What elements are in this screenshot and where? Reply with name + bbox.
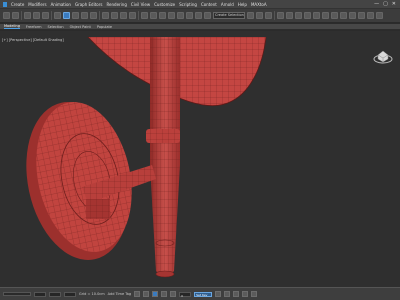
add-time-tag-button[interactable]: Add Time Tag (108, 292, 132, 296)
maxscript-listener[interactable] (3, 292, 31, 296)
redo-icon[interactable] (12, 12, 19, 19)
menu-maxtoa[interactable]: MAXtoA (250, 2, 268, 7)
menu-arnold[interactable]: Arnold (220, 2, 235, 7)
menu-help[interactable]: Help (237, 2, 248, 7)
ribbon-toggle-icon[interactable] (295, 12, 302, 19)
spinner-snap-icon[interactable] (204, 12, 211, 19)
stem-collar (146, 129, 180, 143)
arnold-render-icon[interactable] (376, 12, 383, 19)
select-object-icon[interactable] (63, 12, 70, 19)
y-coordinate-field[interactable] (49, 291, 61, 297)
rendered-frame-window-icon[interactable] (340, 12, 347, 19)
percent-snap-icon[interactable] (195, 12, 202, 19)
go-to-start-icon[interactable] (134, 291, 141, 297)
go-to-end-icon[interactable] (170, 291, 177, 297)
keyboard-shortcut-override-icon[interactable] (168, 12, 175, 19)
current-frame-value: 0 (181, 293, 184, 298)
link-icon[interactable] (24, 12, 31, 19)
close-icon[interactable]: ✕ (392, 1, 396, 7)
scene-explorer-icon[interactable] (277, 12, 284, 19)
menu-content[interactable]: Content (200, 2, 218, 7)
x-coordinate-field[interactable] (34, 291, 46, 297)
main-toolbar: Create Selection Set (0, 9, 400, 23)
viewcube-compass-icon[interactable] (372, 45, 394, 67)
status-bar: Grid = 10.0cm Add Time Tag 0 Set Key (0, 287, 400, 300)
reference-coordinate-icon[interactable] (141, 12, 148, 19)
menu-customize[interactable]: Customize (153, 2, 176, 7)
scene-render (26, 36, 267, 278)
window-crossing-icon[interactable] (90, 12, 97, 19)
selection-set-dropdown[interactable]: Create Selection Set (213, 12, 245, 19)
key-filters-icon[interactable] (215, 291, 222, 297)
selection-filter-icon[interactable] (54, 12, 61, 19)
a360-gallery-icon[interactable] (367, 12, 374, 19)
select-by-name-icon[interactable] (72, 12, 79, 19)
align-icon[interactable] (265, 12, 272, 19)
toolbar-separator (274, 11, 275, 20)
tab-selection[interactable]: Selection (48, 25, 64, 29)
placement-icon[interactable] (129, 12, 136, 19)
mirror-icon[interactable] (256, 12, 263, 19)
viewport-label[interactable]: [+] [Perspective] [Default Shading] (2, 38, 64, 42)
select-manipulate-icon[interactable] (159, 12, 166, 19)
menu-animation[interactable]: Animation (50, 2, 72, 7)
z-coordinate-field[interactable] (64, 291, 76, 297)
pivot-center-icon[interactable] (150, 12, 157, 19)
ribbon-tabs: Modeling Freeform Selection Object Paint… (0, 24, 400, 30)
bind-space-warp-icon[interactable] (42, 12, 49, 19)
menu-modifiers[interactable]: Modifiers (27, 2, 47, 7)
toolbar-separator (99, 11, 100, 20)
maximize-icon[interactable]: ▢ (383, 1, 388, 7)
curve-editor-icon[interactable] (304, 12, 311, 19)
move-icon[interactable] (102, 12, 109, 19)
toolbar-separator (21, 11, 22, 20)
menu-civil-view[interactable]: Civil View (130, 2, 151, 7)
maximize-viewport-icon[interactable] (251, 291, 258, 297)
play-icon[interactable] (152, 291, 159, 297)
schematic-view-icon[interactable] (313, 12, 320, 19)
current-frame-field[interactable]: 0 (179, 291, 192, 298)
menu-bar: Create Modifiers Animation Graph Editors… (0, 0, 400, 9)
scale-icon[interactable] (120, 12, 127, 19)
render-setup-icon[interactable] (331, 12, 338, 19)
pan-icon[interactable] (233, 291, 240, 297)
window-controls: — ▢ ✕ (374, 1, 400, 7)
lamp-stem (150, 37, 180, 278)
snaps-toggle-icon[interactable] (177, 12, 184, 19)
zoom-icon[interactable] (224, 291, 231, 297)
tab-freeform[interactable]: Freeform (26, 25, 42, 29)
menu-graph-editors[interactable]: Graph Editors (74, 2, 103, 7)
undo-icon[interactable] (3, 12, 10, 19)
previous-frame-icon[interactable] (143, 291, 150, 297)
menu-rendering[interactable]: Rendering (105, 2, 127, 7)
minimize-icon[interactable]: — (374, 1, 379, 7)
tab-populate[interactable]: Populate (97, 25, 112, 29)
perspective-viewport[interactable]: [+] [Perspective] [Default Shading] (0, 31, 400, 287)
app-logo-icon[interactable] (3, 1, 7, 7)
layer-explorer-icon[interactable] (286, 12, 293, 19)
edit-named-selection-icon[interactable] (247, 12, 254, 19)
render-in-cloud-icon[interactable] (358, 12, 365, 19)
rotate-icon[interactable] (111, 12, 118, 19)
set-key-button[interactable]: Set Key (194, 291, 213, 297)
tab-object-paint[interactable]: Object Paint (70, 25, 91, 29)
tab-modeling[interactable]: Modeling (4, 24, 20, 29)
orbit-icon[interactable] (242, 291, 249, 297)
next-frame-icon[interactable] (161, 291, 168, 297)
render-production-icon[interactable] (349, 12, 356, 19)
grid-size-readout: Grid = 10.0cm (79, 292, 105, 296)
unlink-icon[interactable] (33, 12, 40, 19)
menu-scripting[interactable]: Scripting (178, 2, 198, 7)
angle-snap-icon[interactable] (186, 12, 193, 19)
toolbar-separator (51, 11, 52, 20)
toolbar-separator (138, 11, 139, 20)
material-editor-icon[interactable] (322, 12, 329, 19)
menu-create[interactable]: Create (10, 2, 25, 7)
rectangular-selection-icon[interactable] (81, 12, 88, 19)
